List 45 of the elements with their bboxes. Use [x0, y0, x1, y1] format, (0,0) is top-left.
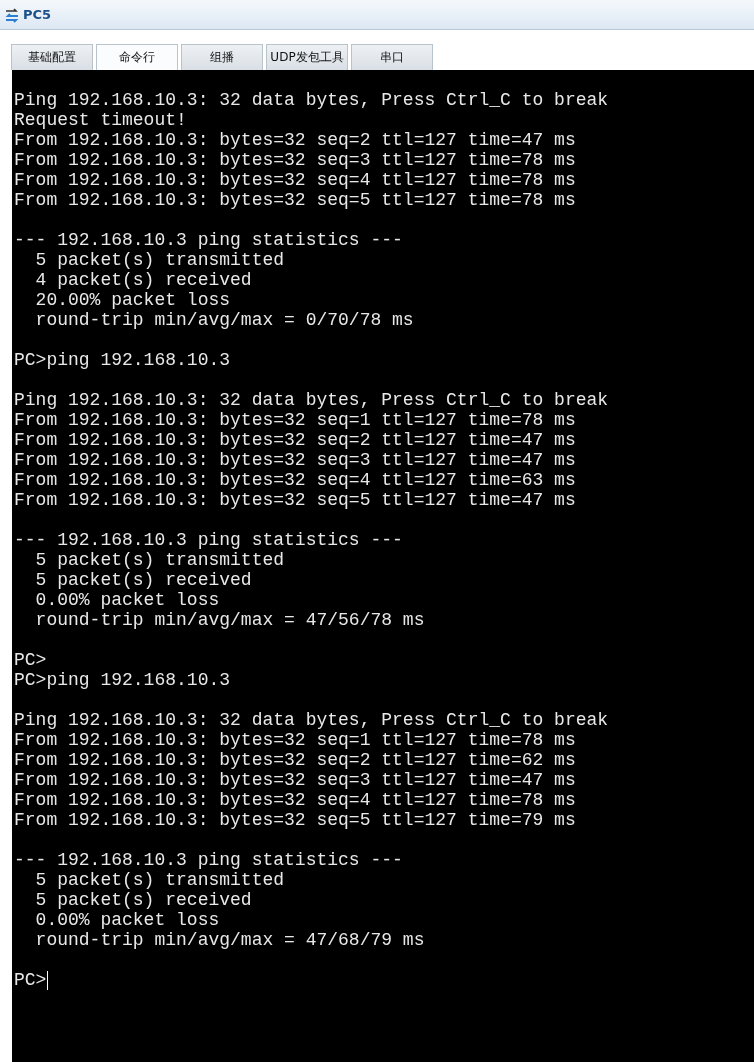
- terminal-prompt: PC>: [14, 970, 47, 990]
- terminal-line: Ping 192.168.10.3: 32 data bytes, Press Ctrl_C to break: [14, 390, 610, 410]
- terminal-line: round-trip min/avg/max = 0/70/78 ms: [34, 310, 415, 330]
- window-title: PC5: [23, 7, 52, 22]
- terminal-line: round-trip min/avg/max = 47/68/79 ms: [34, 930, 426, 950]
- terminal-line: 4 packet(s) received: [34, 270, 253, 290]
- terminal-line: Request timeout!: [14, 110, 188, 130]
- terminal-line: From 192.168.10.3: bytes=32 seq=4 ttl=127 time=63 ms: [14, 470, 577, 490]
- terminal-line: --- 192.168.10.3 ping statistics ---: [14, 850, 404, 870]
- terminal-line: 5 packet(s) received: [34, 570, 253, 590]
- terminal-line: round-trip min/avg/max = 47/56/78 ms: [34, 610, 426, 630]
- terminal-line: 5 packet(s) transmitted: [34, 250, 286, 270]
- terminal-line: 0.00% packet loss: [34, 910, 221, 930]
- terminal-line: From 192.168.10.3: bytes=32 seq=2 ttl=127 time=62 ms: [14, 750, 577, 770]
- text-cursor: [47, 970, 49, 990]
- terminal-line: PC>ping 192.168.10.3: [14, 350, 232, 370]
- terminal-line: From 192.168.10.3: bytes=32 seq=5 ttl=127 time=79 ms: [14, 810, 577, 830]
- terminal-line: 0.00% packet loss: [34, 590, 221, 610]
- terminal-line: From 192.168.10.3: bytes=32 seq=5 ttl=127 time=78 ms: [14, 190, 577, 210]
- terminal-line: From 192.168.10.3: bytes=32 seq=5 ttl=127 time=47 ms: [14, 490, 577, 510]
- tab[interactable]: UDP发包工具: [266, 44, 348, 70]
- terminal-line: From 192.168.10.3: bytes=32 seq=3 ttl=127 time=47 ms: [14, 770, 577, 790]
- terminal-line: From 192.168.10.3: bytes=32 seq=1 ttl=127 time=78 ms: [14, 730, 577, 750]
- terminal-line: From 192.168.10.3: bytes=32 seq=1 ttl=127 time=78 ms: [14, 410, 577, 430]
- terminal-line: From 192.168.10.3: bytes=32 seq=4 ttl=127 time=78 ms: [14, 790, 577, 810]
- terminal-line: --- 192.168.10.3 ping statistics ---: [14, 530, 404, 550]
- tab[interactable]: 串口: [351, 44, 433, 70]
- tab[interactable]: 命令行: [96, 44, 178, 70]
- tab[interactable]: 组播: [181, 44, 263, 70]
- terminal-line: Ping 192.168.10.3: 32 data bytes, Press Ctrl_C to break: [14, 90, 610, 110]
- arrows-icon: [4, 6, 20, 23]
- terminal-line: Ping 192.168.10.3: 32 data bytes, Press Ctrl_C to break: [14, 710, 610, 730]
- terminal-line: 5 packet(s) transmitted: [34, 870, 286, 890]
- terminal-line: From 192.168.10.3: bytes=32 seq=4 ttl=127 time=78 ms: [14, 170, 577, 190]
- terminal-line: From 192.168.10.3: bytes=32 seq=2 ttl=127 time=47 ms: [14, 430, 577, 450]
- terminal-line: --- 192.168.10.3 ping statistics ---: [14, 230, 404, 250]
- terminal-line: 20.00% packet loss: [34, 290, 232, 310]
- terminal-line: From 192.168.10.3: bytes=32 seq=3 ttl=127 time=78 ms: [14, 150, 577, 170]
- terminal-line: PC>ping 192.168.10.3: [14, 670, 232, 690]
- terminal-line: 5 packet(s) transmitted: [34, 550, 286, 570]
- tab[interactable]: 基础配置: [11, 44, 93, 70]
- terminal-line: PC>: [14, 650, 48, 670]
- terminal-line: 5 packet(s) received: [34, 890, 253, 910]
- terminal-line: From 192.168.10.3: bytes=32 seq=3 ttl=127 time=47 ms: [14, 450, 577, 470]
- terminal-line: From 192.168.10.3: bytes=32 seq=2 ttl=127 time=47 ms: [14, 130, 577, 150]
